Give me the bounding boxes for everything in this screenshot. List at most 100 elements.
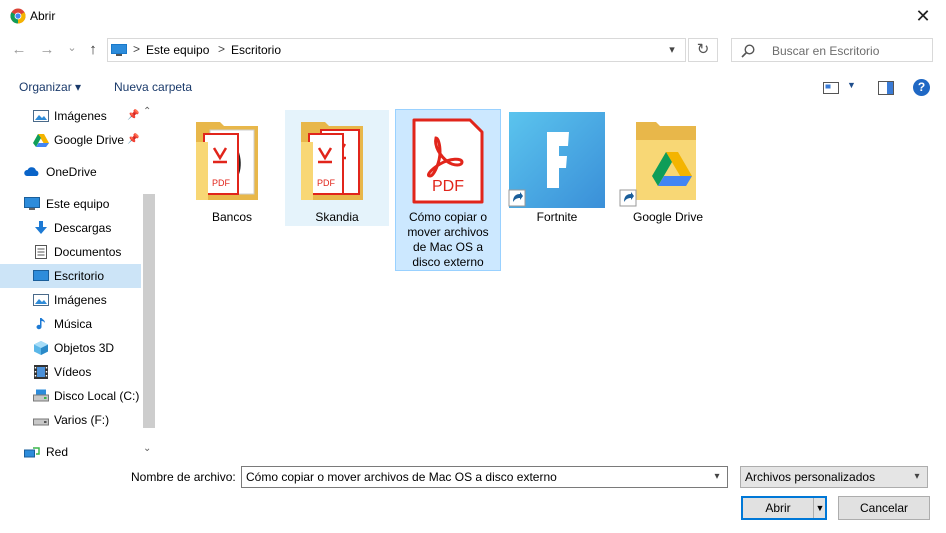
sidebar-item-videos[interactable]: Vídeos — [0, 360, 141, 384]
local-disk-icon — [33, 389, 49, 402]
file-item-pdf-selected[interactable]: PDF Cómo copiar o mover archivos de Mac … — [395, 109, 501, 271]
search-icon — [741, 44, 755, 58]
breadcrumb-separator: > — [133, 42, 141, 56]
filetype-value: Archivos personalizados — [745, 470, 876, 484]
breadcrumb-este-equipo[interactable]: Este equipo — [146, 43, 209, 57]
sidebar-item-red[interactable]: Red — [0, 440, 141, 460]
sidebar-item-label: Red — [46, 445, 69, 459]
sidebar-item-onedrive[interactable]: OneDrive — [0, 160, 141, 184]
file-name: Skandia — [315, 210, 359, 224]
sidebar-item-label: Este equipo — [46, 197, 110, 211]
back-button[interactable]: ← — [10, 40, 28, 60]
sidebar-item-documentos[interactable]: Documentos — [0, 240, 141, 264]
search-placeholder: Buscar en Escritorio — [772, 44, 880, 58]
sidebar-item-label: Vídeos — [54, 365, 92, 379]
organize-button[interactable]: Organizar ▾ — [19, 80, 81, 94]
sidebar-item-label: Imágenes — [54, 109, 107, 123]
sidebar-item-musica[interactable]: Música — [0, 312, 141, 336]
view-options-icon[interactable] — [823, 81, 839, 95]
file-name: Google Drive — [632, 210, 704, 224]
sidebar-item-label: Música — [54, 317, 93, 331]
google-drive-folder-icon — [619, 122, 696, 207]
open-button[interactable]: Abrir ▼ — [741, 496, 827, 520]
filename-value: Cómo copiar o mover archivos de Mac OS a… — [246, 470, 557, 484]
close-button[interactable]: ✕ — [908, 3, 938, 29]
cancel-button[interactable]: Cancelar — [838, 496, 930, 520]
scroll-up-icon[interactable]: ⌃ — [143, 106, 151, 117]
sidebar-item-varios[interactable]: Varios (F:) — [0, 408, 141, 432]
google-drive-icon — [33, 134, 49, 147]
pictures-icon — [33, 294, 49, 306]
help-icon[interactable]: ? — [913, 79, 930, 96]
file-name-line: Cómo copiar o — [408, 210, 488, 224]
sidebar-item-descargas[interactable]: Descargas — [0, 216, 141, 240]
file-item-fortnite[interactable]: Fortnite — [505, 112, 609, 226]
title-bar: Abrir ✕ — [0, 0, 946, 32]
window-title: Abrir — [30, 9, 56, 23]
file-item-skandia[interactable]: PDF Skandia — [285, 110, 389, 226]
filename-input[interactable]: Cómo copiar o mover archivos de Mac OS a… — [241, 466, 728, 488]
computer-icon — [24, 197, 40, 210]
sidebar-item-disco-local[interactable]: Disco Local (C:) — [0, 384, 141, 408]
forward-button[interactable]: → — [38, 40, 56, 60]
pictures-icon — [33, 110, 49, 122]
sidebar-item-google-drive[interactable]: Google Drive 📌 — [0, 128, 141, 152]
sidebar-item-label: Descargas — [54, 221, 112, 235]
up-button[interactable]: ↑ — [84, 40, 102, 60]
file-item-bancos[interactable]: PDF Bancos — [180, 112, 284, 226]
sidebar-item-este-equipo[interactable]: Este equipo — [0, 192, 141, 216]
file-item-google-drive[interactable]: Google Drive — [616, 112, 720, 226]
scroll-down-icon[interactable]: ⌄ — [143, 443, 151, 454]
chevron-down-icon[interactable]: ▾ — [663, 41, 681, 59]
pin-icon: 📌 — [127, 110, 140, 121]
network-icon — [24, 447, 40, 458]
sidebar-item-label: Disco Local (C:) — [54, 389, 140, 403]
breadcrumb-escritorio[interactable]: Escritorio — [231, 43, 281, 57]
3d-objects-icon — [34, 341, 48, 355]
sidebar-item-label: Varios (F:) — [54, 413, 110, 427]
music-icon — [36, 318, 45, 330]
file-name: Cómo copiar o mover archivos de Mac OS a… — [396, 210, 500, 270]
filetype-select[interactable]: Archivos personalizados ▾ — [740, 466, 928, 488]
chevron-down-icon[interactable]: ▼ — [847, 80, 856, 90]
onedrive-icon — [24, 167, 39, 176]
breadcrumb-separator: > — [218, 42, 226, 56]
file-name-line: mover archivos — [407, 225, 489, 239]
sidebar-item-imagenes[interactable]: Imágenes — [0, 288, 141, 312]
svg-text:PDF: PDF — [212, 178, 231, 188]
recent-locations-button[interactable]: ⌄ — [63, 38, 81, 58]
svg-text:PDF: PDF — [317, 178, 336, 188]
new-folder-button[interactable]: Nueva carpeta — [114, 80, 192, 94]
sidebar-item-label: Objetos 3D — [54, 341, 115, 355]
desktop-icon — [33, 270, 49, 281]
drive-icon — [33, 418, 49, 426]
fortnite-shortcut-icon — [508, 112, 605, 208]
open-button-label: Abrir — [765, 501, 791, 515]
file-name: Fortnite — [536, 210, 578, 224]
sidebar-item-label: Documentos — [54, 245, 122, 259]
documents-icon — [35, 245, 47, 259]
sidebar-item-label: Imágenes — [54, 293, 107, 307]
filename-label: Nombre de archivo: — [131, 470, 236, 484]
pdf-badge: PDF — [432, 178, 464, 195]
sidebar-item-imagenes-quick[interactable]: Imágenes 📌 — [0, 104, 141, 128]
sidebar-item-label: OneDrive — [46, 165, 97, 179]
open-dropdown-button[interactable]: ▼ — [813, 498, 826, 518]
videos-icon — [34, 365, 48, 379]
pdf-folder-icon: PDF — [196, 122, 258, 200]
downloads-icon — [35, 221, 47, 234]
preview-pane-icon[interactable] — [878, 81, 894, 95]
file-name-line: disco externo — [412, 255, 484, 269]
desktop-icon — [111, 44, 127, 56]
sidebar-item-escritorio[interactable]: Escritorio — [0, 264, 141, 288]
chevron-down-icon[interactable]: ▾ — [708, 468, 726, 486]
sidebar-item-objetos-3d[interactable]: Objetos 3D — [0, 336, 141, 360]
sidebar-item-label: Escritorio — [54, 269, 105, 283]
navigation-pane: Imágenes 📌 Google Drive 📌 OneDrive Este … — [0, 104, 157, 460]
search-input[interactable]: Buscar en Escritorio — [731, 38, 933, 62]
file-name-line: de Mac OS a — [412, 240, 484, 254]
address-bar[interactable]: > Este equipo > Escritorio ▾ — [107, 38, 686, 62]
chevron-down-icon: ▾ — [914, 471, 920, 482]
sidebar-scrollbar-thumb[interactable] — [143, 194, 155, 428]
refresh-button[interactable]: ↻ — [688, 38, 718, 62]
